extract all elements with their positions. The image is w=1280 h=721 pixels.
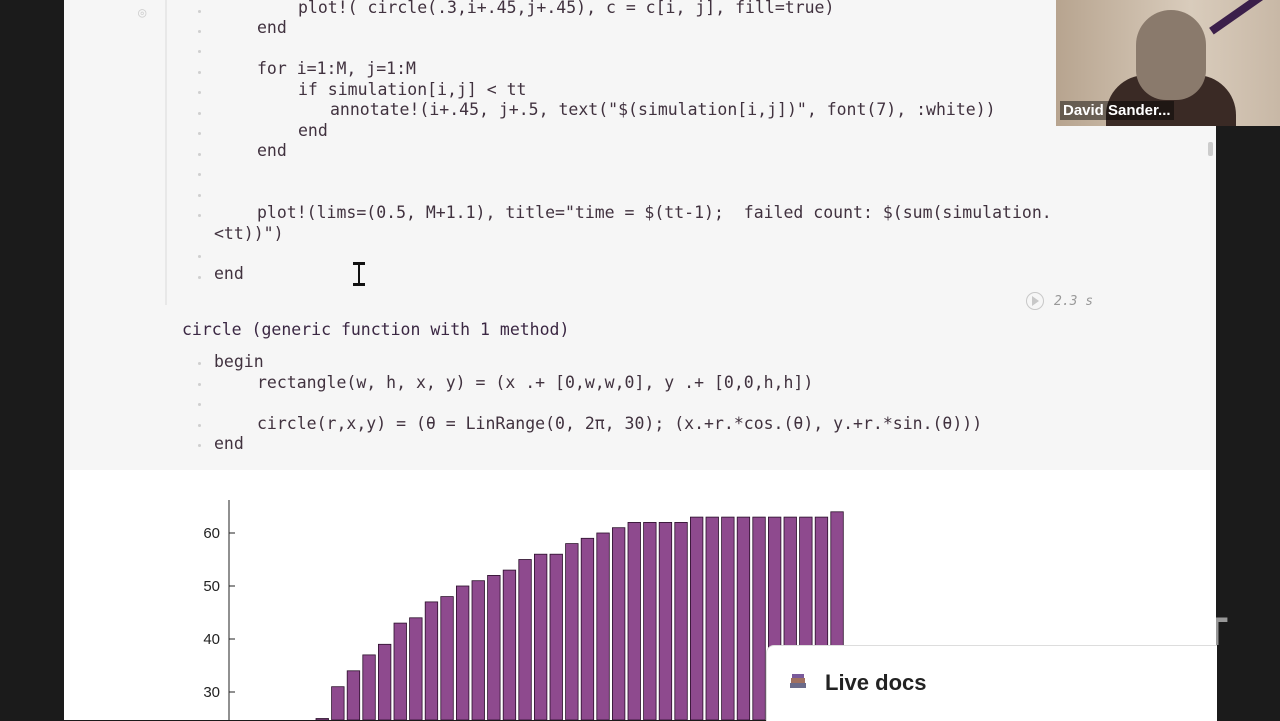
bar xyxy=(565,543,579,720)
line-marker xyxy=(198,153,201,156)
line-marker xyxy=(198,403,201,406)
line-marker xyxy=(198,173,201,176)
zoom-watermark: Powered by Zoom xyxy=(1083,658,1213,675)
code-line-6[interactable]: end xyxy=(298,121,328,141)
bar xyxy=(643,522,657,720)
line-marker xyxy=(198,132,201,135)
bar xyxy=(331,686,345,720)
line-marker xyxy=(198,194,201,197)
bar xyxy=(674,522,688,720)
bar xyxy=(596,532,610,720)
code-line-4[interactable]: if simulation[i,j] < tt xyxy=(298,80,526,100)
line-marker xyxy=(198,255,201,258)
line-marker xyxy=(198,383,201,386)
line-marker xyxy=(198,276,201,279)
eye-icon[interactable]: ◎ xyxy=(138,5,146,21)
bar xyxy=(377,643,392,720)
bar xyxy=(721,516,735,720)
participant-name: David Sander... xyxy=(1060,101,1174,120)
run-cell-button[interactable] xyxy=(1026,292,1044,310)
video-tile[interactable]: David Sander... xyxy=(1056,0,1280,126)
cell2-line-1[interactable]: begin xyxy=(214,352,264,372)
code-line-7[interactable]: end xyxy=(257,141,287,161)
live-docs-label: Live docs xyxy=(825,670,927,695)
line-marker xyxy=(198,424,201,427)
bar xyxy=(393,622,407,720)
bar xyxy=(440,596,454,720)
bar xyxy=(752,516,766,720)
code-line-10[interactable]: end xyxy=(214,264,244,284)
bar xyxy=(346,670,361,720)
bar xyxy=(549,553,563,720)
cell-output: circle (generic function with 1 method) xyxy=(182,320,570,339)
line-marker xyxy=(198,444,201,447)
line-marker xyxy=(198,112,201,115)
y-tick-label: 50 xyxy=(203,578,220,595)
line-marker xyxy=(198,30,201,33)
line-marker xyxy=(198,10,201,13)
bar xyxy=(611,527,626,720)
cell2-line-2[interactable]: rectangle(w, h, x, y) = (x .+ [0,w,w,0],… xyxy=(257,373,813,393)
bar xyxy=(690,516,704,720)
bar xyxy=(736,516,751,720)
run-info: 2.3 s xyxy=(1026,292,1093,310)
code-line-2[interactable]: end xyxy=(257,18,287,38)
code-line-3[interactable]: for i=1:M, j=1:M xyxy=(257,59,416,79)
bar xyxy=(487,575,501,720)
code-line-5[interactable]: annotate!(i+.45, j+.5, text("$(simulatio… xyxy=(330,100,996,120)
code-line-8[interactable]: plot!(lims=(0.5, M+1.1), title="time = $… xyxy=(257,203,1052,223)
live-docs-panel[interactable]: Live docs xyxy=(766,645,1217,721)
cell-gutter xyxy=(165,0,167,305)
bar xyxy=(658,522,673,720)
bar xyxy=(705,516,719,720)
text-cursor-icon xyxy=(352,262,366,286)
notebook-page: ◎ plot!( circle(.3,i+.45,j+.45), c = c[i… xyxy=(64,0,1216,720)
code-cell[interactable]: ◎ plot!( circle(.3,i+.45,j+.45), c = c[i… xyxy=(64,0,1216,470)
bar xyxy=(627,522,641,720)
bar-series xyxy=(315,511,844,720)
bar xyxy=(455,585,470,720)
cell2-line-4[interactable]: end xyxy=(214,434,244,454)
run-time: 2.3 s xyxy=(1054,293,1094,309)
line-marker xyxy=(198,91,201,94)
bar xyxy=(502,569,517,720)
mit-logo: MIT xyxy=(1155,610,1230,654)
cell2-line-3[interactable]: circle(r,x,y) = (θ = LinRange(0, 2π, 30)… xyxy=(257,414,982,434)
bar xyxy=(471,580,485,720)
scrollbar[interactable] xyxy=(1208,142,1213,156)
bar-chart: 60 50 40 30 xyxy=(203,500,844,720)
line-marker xyxy=(198,50,201,53)
y-axis: 60 50 40 30 xyxy=(203,525,235,701)
bar xyxy=(533,553,548,720)
code-line-9[interactable]: <tt))") xyxy=(214,224,284,244)
bar xyxy=(580,537,595,720)
participant-avatar xyxy=(1136,10,1206,100)
y-tick-label: 60 xyxy=(203,525,220,542)
bar xyxy=(362,654,376,720)
line-marker xyxy=(198,362,201,365)
line-marker xyxy=(198,214,201,217)
bar xyxy=(518,559,532,720)
y-tick-label: 40 xyxy=(203,631,220,648)
books-icon xyxy=(790,674,806,688)
line-marker xyxy=(198,71,201,74)
bar xyxy=(424,601,439,720)
code-line-1[interactable]: plot!( circle(.3,i+.45,j+.45), c = c[i, … xyxy=(298,0,834,18)
bar xyxy=(409,617,423,720)
y-tick-label: 30 xyxy=(203,684,220,701)
